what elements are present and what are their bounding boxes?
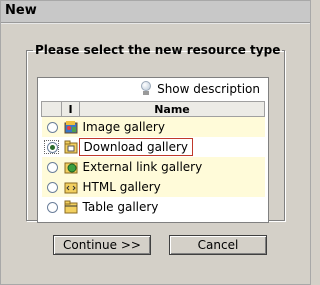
group-title: Please select the new resource type <box>35 43 281 57</box>
radio-column-header <box>41 101 62 117</box>
icon-column-header: I <box>61 101 80 117</box>
table-row[interactable]: HTML gallery <box>41 177 265 197</box>
download-gallery-icon <box>64 140 78 154</box>
html-gallery-icon <box>64 180 78 194</box>
download-gallery-radio[interactable] <box>46 141 58 153</box>
title-bar: New <box>1 1 310 24</box>
list-item-label: Table gallery <box>82 200 159 214</box>
html-gallery-radio[interactable] <box>46 181 58 193</box>
cancel-button[interactable]: Cancel <box>169 235 267 255</box>
table-header: I Name <box>41 101 265 117</box>
external-link-gallery-radio[interactable] <box>46 161 58 173</box>
resource-type-group: Please select the new resource type Show… <box>26 43 285 223</box>
external-link-gallery-icon <box>64 160 78 174</box>
new-resource-dialog: New Please select the new resource type … <box>0 0 311 285</box>
lightbulb-icon <box>140 81 152 97</box>
table-row[interactable]: Image gallery <box>41 116 265 137</box>
image-gallery-radio[interactable] <box>46 121 58 133</box>
resource-type-panel: Show description I Name Image gallery Do… <box>37 77 269 223</box>
table-gallery-radio[interactable] <box>46 201 58 213</box>
dialog-title: New <box>5 3 37 18</box>
table-row[interactable]: Download gallery <box>42 137 265 157</box>
continue-button[interactable]: Continue >> <box>53 235 151 255</box>
list-item-label: External link gallery <box>82 160 203 174</box>
show-description-link[interactable]: Show description <box>140 81 260 97</box>
table-row[interactable]: External link gallery <box>41 157 265 177</box>
show-description-label: Show description <box>157 82 260 96</box>
name-column-header: Name <box>79 101 265 117</box>
table-gallery-icon <box>64 200 78 214</box>
list-item-label: Download gallery <box>78 138 194 156</box>
resource-type-table: I Name Image gallery Download gallery Ex… <box>41 101 265 217</box>
image-gallery-icon <box>64 120 78 134</box>
table-row[interactable]: Table gallery <box>42 197 265 217</box>
list-item-label: HTML gallery <box>82 180 161 194</box>
list-item-label: Image gallery <box>82 120 165 134</box>
